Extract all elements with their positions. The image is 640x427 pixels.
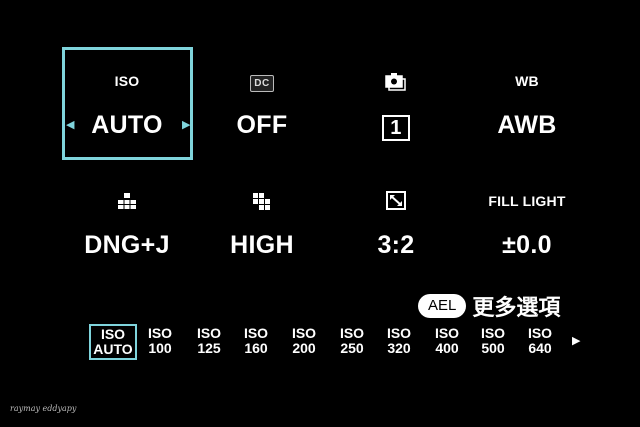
iso-option-top: ISO bbox=[100, 326, 126, 342]
pixel-stack-icon bbox=[118, 193, 136, 209]
iso-option-top: ISO bbox=[243, 325, 269, 341]
iso-option-100[interactable]: ISO 100 bbox=[137, 326, 183, 356]
quality-label-wrap bbox=[60, 189, 194, 213]
iso-option-top: ISO bbox=[339, 325, 365, 341]
iso-option-640[interactable]: ISO 640 bbox=[517, 326, 563, 356]
iso-option-bottom: 400 bbox=[435, 340, 459, 356]
iso-option-bottom: 320 bbox=[387, 340, 411, 356]
iso-option-top: ISO bbox=[196, 325, 222, 341]
iso-value: AUTO bbox=[91, 111, 163, 139]
iso-label: ISO bbox=[114, 73, 140, 89]
iso-option-bottom: 200 bbox=[292, 340, 316, 356]
iso-option-top: ISO bbox=[480, 325, 506, 341]
selection-frame bbox=[62, 47, 193, 160]
iso-option-top: ISO bbox=[291, 325, 317, 341]
iso-option-250[interactable]: ISO 250 bbox=[329, 326, 375, 356]
iso-option-bottom: 100 bbox=[148, 340, 172, 356]
photographer-watermark: raymay eddyapy bbox=[10, 404, 77, 413]
iso-option-200[interactable]: ISO 200 bbox=[281, 326, 327, 356]
more-options-label: 更多選項 bbox=[472, 296, 561, 321]
dc-label-wrap: DC bbox=[195, 69, 329, 93]
iso-option-bottom: 125 bbox=[197, 340, 221, 356]
fill-light-label: FILL LIGHT bbox=[488, 193, 566, 209]
resize-icon bbox=[386, 191, 406, 210]
ael-button-badge: AEL bbox=[418, 294, 467, 318]
iso-option-top: ISO bbox=[527, 325, 553, 341]
aspect-value: 3:2 bbox=[377, 231, 415, 259]
dc-value: OFF bbox=[236, 111, 288, 139]
wb-label: WB bbox=[515, 73, 539, 89]
iso-option-500[interactable]: ISO 500 bbox=[470, 326, 516, 356]
ael-more-options[interactable]: AEL 更多選項 bbox=[418, 292, 561, 321]
iso-option-bottom: 250 bbox=[340, 340, 364, 356]
iso-next-arrow-icon[interactable]: ▶ bbox=[572, 334, 580, 347]
dc-icon: DC bbox=[250, 75, 274, 92]
aspect-label-wrap bbox=[329, 189, 463, 213]
fill-light-value: ±0.0 bbox=[502, 231, 552, 259]
iso-option-bottom: AUTO bbox=[93, 341, 133, 357]
drive-value-wrap: 1 bbox=[329, 112, 463, 141]
iso-option-top: ISO bbox=[386, 325, 412, 341]
drive-label-wrap bbox=[329, 69, 463, 93]
iso-option-160[interactable]: ISO 160 bbox=[233, 326, 279, 356]
grid-icon bbox=[253, 193, 270, 210]
iso-option-bottom: 640 bbox=[528, 340, 552, 356]
quality-value: DNG+J bbox=[84, 231, 170, 259]
size-value: HIGH bbox=[230, 231, 294, 259]
iso-option-bottom: 500 bbox=[481, 340, 505, 356]
drive-value: 1 bbox=[382, 115, 410, 141]
iso-option-320[interactable]: ISO 320 bbox=[376, 326, 422, 356]
wb-value: AWB bbox=[497, 111, 557, 139]
size-label-wrap bbox=[195, 189, 329, 213]
camera-stack-icon bbox=[385, 73, 406, 91]
iso-option-400[interactable]: ISO 400 bbox=[424, 326, 470, 356]
iso-option-auto[interactable]: ISO AUTO bbox=[89, 324, 137, 360]
iso-option-top: ISO bbox=[147, 325, 173, 341]
iso-option-bottom: 160 bbox=[244, 340, 268, 356]
iso-option-125[interactable]: ISO 125 bbox=[186, 326, 232, 356]
iso-option-top: ISO bbox=[434, 325, 460, 341]
